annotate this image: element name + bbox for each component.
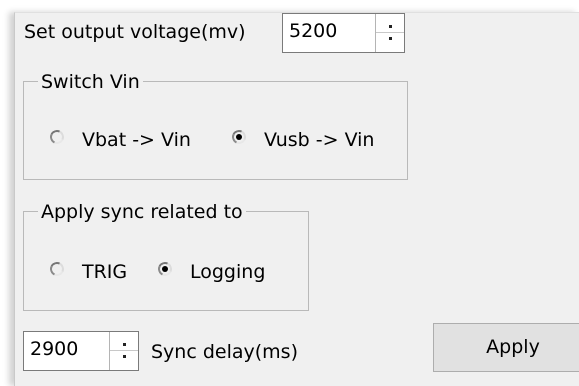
- sync-group-title: Apply sync related to: [38, 200, 246, 224]
- output-voltage-spinbox[interactable]: 5200: [282, 13, 405, 53]
- output-voltage-label: Set output voltage(mv): [24, 21, 246, 43]
- radio-trig[interactable]: [48, 260, 66, 278]
- radio-vbat-vin-label[interactable]: Vbat -> Vin: [82, 128, 191, 152]
- sync-delay-spin-buttons: [109, 332, 138, 370]
- output-voltage-value[interactable]: 5200: [289, 19, 337, 43]
- radio-vusb-vin[interactable]: [230, 128, 248, 146]
- apply-button[interactable]: Apply: [433, 323, 579, 372]
- radio-selected-dot-icon: [236, 134, 242, 140]
- switch-vin-title: Switch Vin: [38, 70, 143, 94]
- radio-logging-label[interactable]: Logging: [190, 260, 265, 284]
- radio-logging[interactable]: [156, 260, 174, 278]
- output-voltage-spin-buttons: [375, 14, 404, 52]
- sync-delay-value[interactable]: 2900: [30, 337, 78, 361]
- spin-down-icon[interactable]: [110, 351, 138, 370]
- spin-down-icon[interactable]: [376, 33, 404, 52]
- radio-trig-label[interactable]: TRIG: [82, 260, 127, 284]
- radio-vusb-vin-label[interactable]: Vusb -> Vin: [264, 128, 374, 152]
- sync-delay-label: Sync delay(ms): [151, 341, 298, 363]
- radio-selected-dot-icon: [162, 266, 168, 272]
- spin-up-icon[interactable]: [110, 332, 138, 351]
- radio-vbat-vin[interactable]: [48, 128, 66, 146]
- spin-up-icon[interactable]: [376, 14, 404, 33]
- sync-delay-spinbox[interactable]: 2900: [23, 331, 139, 371]
